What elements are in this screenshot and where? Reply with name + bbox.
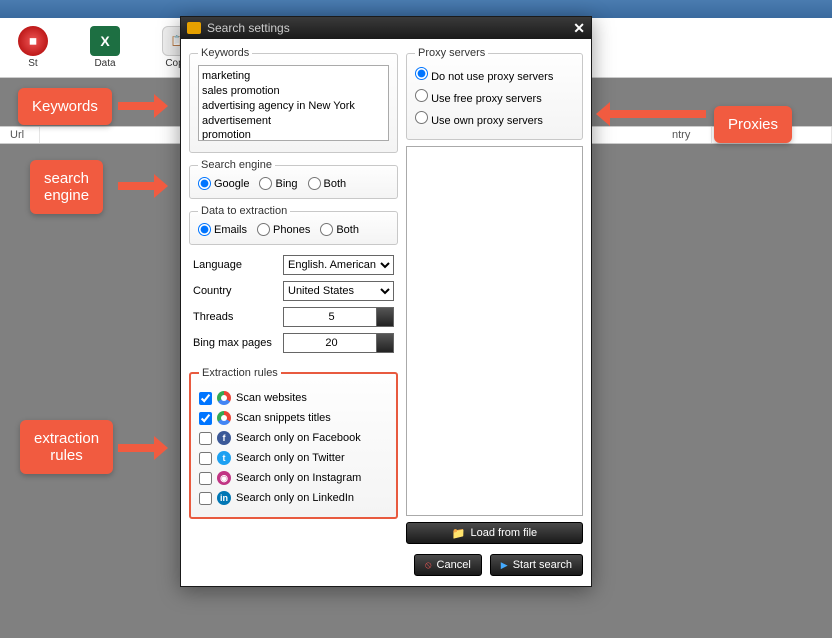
stop-icon: ◼ (18, 26, 48, 56)
country-select[interactable]: United States (283, 281, 394, 301)
toolbar-data[interactable]: X Data (90, 26, 120, 69)
excel-icon: X (90, 26, 120, 56)
arrow-icon (118, 174, 168, 198)
radio-both-engine[interactable]: Both (308, 177, 347, 190)
load-from-file-button[interactable]: 📁Load from file (406, 522, 583, 544)
radio-emails[interactable]: Emails (198, 223, 247, 236)
chrome-icon (217, 391, 231, 405)
folder-icon: 📁 (452, 527, 466, 540)
start-search-button[interactable]: ▶Start search (490, 554, 583, 576)
chk-linkedin[interactable] (199, 492, 212, 505)
linkedin-icon: in (217, 491, 231, 505)
col-ntry: ntry (662, 127, 712, 143)
bing-pages-spinner[interactable]: 20 (283, 333, 394, 353)
radio-phones[interactable]: Phones (257, 223, 310, 236)
search-settings-dialog: Search settings ✕ Keywords Search engine… (180, 16, 592, 587)
play-icon: ▶ (501, 560, 508, 571)
extraction-rules-group: Extraction rules Scan websites Scan snip… (189, 367, 398, 519)
radio-both-extract[interactable]: Both (320, 223, 359, 236)
proxy-list-box[interactable] (406, 146, 583, 516)
search-engine-group: Search engine Google Bing Both (189, 159, 398, 199)
proxy-legend: Proxy servers (415, 47, 488, 59)
keywords-textarea[interactable] (198, 65, 389, 141)
keywords-group: Keywords (189, 47, 398, 153)
callout-extraction-rules: extraction rules (20, 420, 113, 474)
close-icon[interactable]: ✕ (573, 20, 585, 37)
app-icon (187, 22, 201, 34)
chk-scan-websites[interactable] (199, 392, 212, 405)
search-engine-legend: Search engine (198, 159, 275, 171)
callout-keywords: Keywords (18, 88, 112, 125)
cancel-icon: ⦸ (425, 560, 432, 571)
callout-proxies: Proxies (714, 106, 792, 143)
radio-proxy-own[interactable]: Use own proxy servers (415, 111, 574, 127)
col-url: Url (0, 127, 40, 143)
arrow-icon (118, 436, 168, 460)
callout-search-engine: search engine (30, 160, 103, 214)
extraction-rules-legend: Extraction rules (199, 367, 281, 379)
radio-bing[interactable]: Bing (259, 177, 297, 190)
proxy-group: Proxy servers Do not use proxy servers U… (406, 47, 583, 140)
keywords-legend: Keywords (198, 47, 252, 59)
arrow-icon (596, 102, 706, 126)
threads-spinner[interactable]: 5 (283, 307, 394, 327)
arrow-icon (118, 94, 168, 118)
toolbar-data-label: Data (94, 58, 115, 69)
chk-instagram[interactable] (199, 472, 212, 485)
chrome-icon (217, 411, 231, 425)
instagram-icon: ◉ (217, 471, 231, 485)
data-extract-group: Data to extraction Emails Phones Both (189, 205, 398, 245)
cancel-button[interactable]: ⦸Cancel (414, 554, 482, 576)
language-label: Language (193, 259, 283, 271)
radio-proxy-free[interactable]: Use free proxy servers (415, 89, 574, 105)
country-label: Country (193, 285, 283, 297)
radio-google[interactable]: Google (198, 177, 249, 190)
toolbar-stop[interactable]: ◼ St (18, 26, 48, 69)
dialog-title: Search settings (207, 21, 290, 35)
facebook-icon: f (217, 431, 231, 445)
chk-twitter[interactable] (199, 452, 212, 465)
chk-scan-snippets[interactable] (199, 412, 212, 425)
chk-facebook[interactable] (199, 432, 212, 445)
language-select[interactable]: English. American (283, 255, 394, 275)
threads-label: Threads (193, 311, 283, 323)
twitter-icon: t (217, 451, 231, 465)
dialog-titlebar[interactable]: Search settings ✕ (181, 17, 591, 39)
radio-proxy-none[interactable]: Do not use proxy servers (415, 67, 574, 83)
data-extract-legend: Data to extraction (198, 205, 290, 217)
bing-pages-label: Bing max pages (193, 337, 283, 349)
toolbar-stop-label: St (28, 58, 37, 69)
